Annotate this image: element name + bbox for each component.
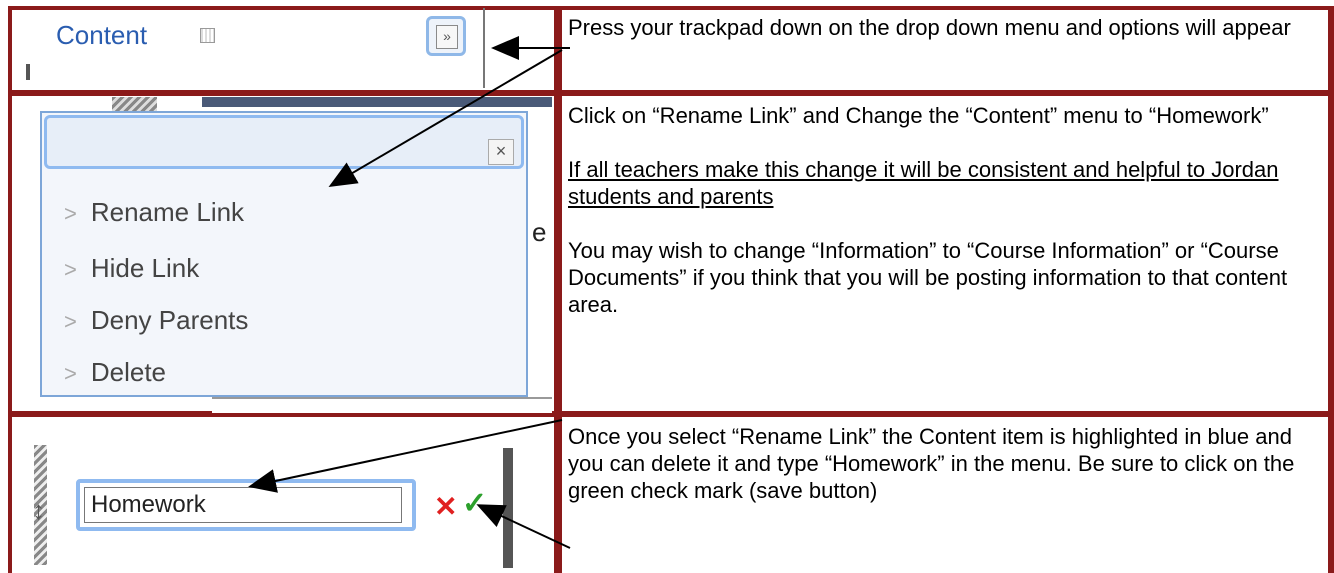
arrow-to-input (248, 419, 563, 493)
arrow-to-rename-link (328, 49, 563, 188)
arrow-to-check (476, 504, 571, 549)
annotation-arrows (248, 36, 571, 549)
